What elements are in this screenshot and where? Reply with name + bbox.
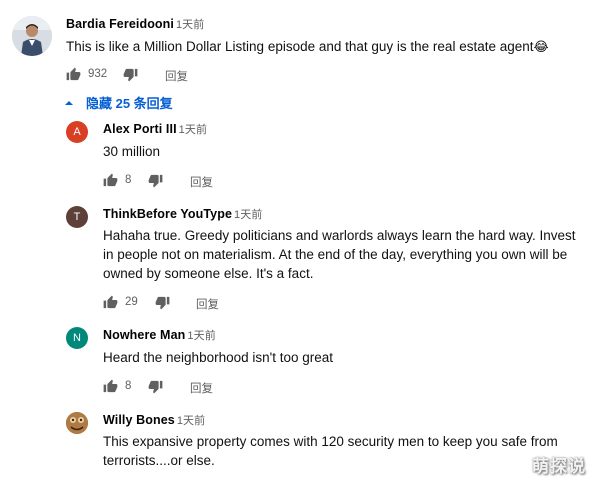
dislike-button[interactable]: [148, 379, 163, 394]
like-count: 8: [125, 174, 132, 186]
user-photo-icon: [66, 412, 88, 434]
avatar-letter: N: [73, 332, 81, 344]
avatar[interactable]: [66, 412, 88, 434]
author-name[interactable]: ThinkBefore YouType: [103, 207, 232, 221]
like-button[interactable]: [66, 67, 81, 82]
comment-text: This is like a Million Dollar Listing ep…: [66, 37, 549, 56]
like-button[interactable]: [103, 379, 118, 394]
hide-replies-label[interactable]: 隐藏 25 条回复: [86, 93, 173, 112]
reply-button[interactable]: 回复: [165, 68, 188, 84]
thumbs-up-icon: [103, 379, 118, 393]
like-count: 8: [125, 380, 132, 392]
author-name[interactable]: Willy Bones: [103, 413, 175, 427]
comment-author[interactable]: Nowhere Man 1天前: [103, 327, 216, 343]
comment-text: This expansive property comes with 120 s…: [103, 432, 558, 470]
avatar-letter: A: [73, 126, 81, 138]
comment-line: Hahaha true. Greedy politicians and warl…: [103, 228, 576, 243]
comment-line: terrorists....or else.: [103, 453, 215, 468]
comment-text-content: This is like a Million Dollar Listing ep…: [66, 39, 534, 54]
dislike-button[interactable]: [155, 295, 170, 310]
thumbs-up-icon: [66, 67, 81, 81]
like-count: 29: [125, 296, 138, 308]
thumbs-down-icon: [155, 296, 170, 310]
avatar[interactable]: A: [66, 121, 88, 143]
comment-author[interactable]: Bardia Fereidooni 1天前: [66, 16, 204, 32]
like-button[interactable]: [103, 173, 118, 188]
comment-line: owned by someone else. It's a fact.: [103, 266, 314, 281]
like-count: 932: [88, 68, 108, 80]
avatar-letter: T: [73, 211, 81, 223]
comment-line: This expansive property comes with 120 s…: [103, 434, 558, 449]
comment-timestamp[interactable]: 1天前: [187, 330, 215, 342]
thumbs-up-icon: [103, 173, 118, 187]
comment-text: Heard the neighborhood isn't too great: [103, 350, 333, 365]
avatar[interactable]: [12, 16, 52, 56]
author-name[interactable]: Nowhere Man: [103, 328, 185, 342]
comment-line: in people not on materialism. At the end…: [103, 247, 568, 262]
comment-timestamp[interactable]: 1天前: [234, 209, 262, 221]
thumbs-up-icon: [103, 295, 118, 309]
reply-button[interactable]: 回复: [190, 380, 213, 396]
dislike-button[interactable]: [123, 67, 138, 82]
author-name[interactable]: Alex Porti III: [103, 122, 177, 136]
user-photo-icon: [12, 16, 52, 56]
comment-timestamp[interactable]: 1天前: [179, 124, 207, 136]
comment-text: 30 million: [103, 144, 161, 159]
thumbs-down-icon: [123, 68, 138, 82]
comment-author[interactable]: Willy Bones 1天前: [103, 412, 205, 428]
thumbs-down-icon: [148, 174, 163, 188]
laughing-emoji-icon: 😂: [533, 39, 549, 54]
comment-author[interactable]: ThinkBefore YouType 1天前: [103, 206, 262, 222]
comment-timestamp[interactable]: 1天前: [177, 415, 205, 427]
comment-timestamp[interactable]: 1天前: [176, 19, 204, 31]
dislike-button[interactable]: [148, 173, 163, 188]
reply-button[interactable]: 回复: [196, 296, 219, 312]
watermark: 萌探说: [532, 457, 586, 477]
like-button[interactable]: [103, 295, 118, 310]
reply-button[interactable]: 回复: [190, 174, 213, 190]
comment-author[interactable]: Alex Porti III 1天前: [103, 121, 207, 137]
comment-text: Hahaha true. Greedy politicians and warl…: [103, 226, 576, 283]
caret-up-icon: [65, 100, 73, 105]
hide-replies-toggle[interactable]: 隐藏 25 条回复: [64, 93, 173, 112]
thumbs-down-icon: [148, 380, 163, 394]
avatar[interactable]: N: [66, 327, 88, 349]
avatar[interactable]: T: [66, 206, 88, 228]
author-name[interactable]: Bardia Fereidooni: [66, 17, 174, 31]
